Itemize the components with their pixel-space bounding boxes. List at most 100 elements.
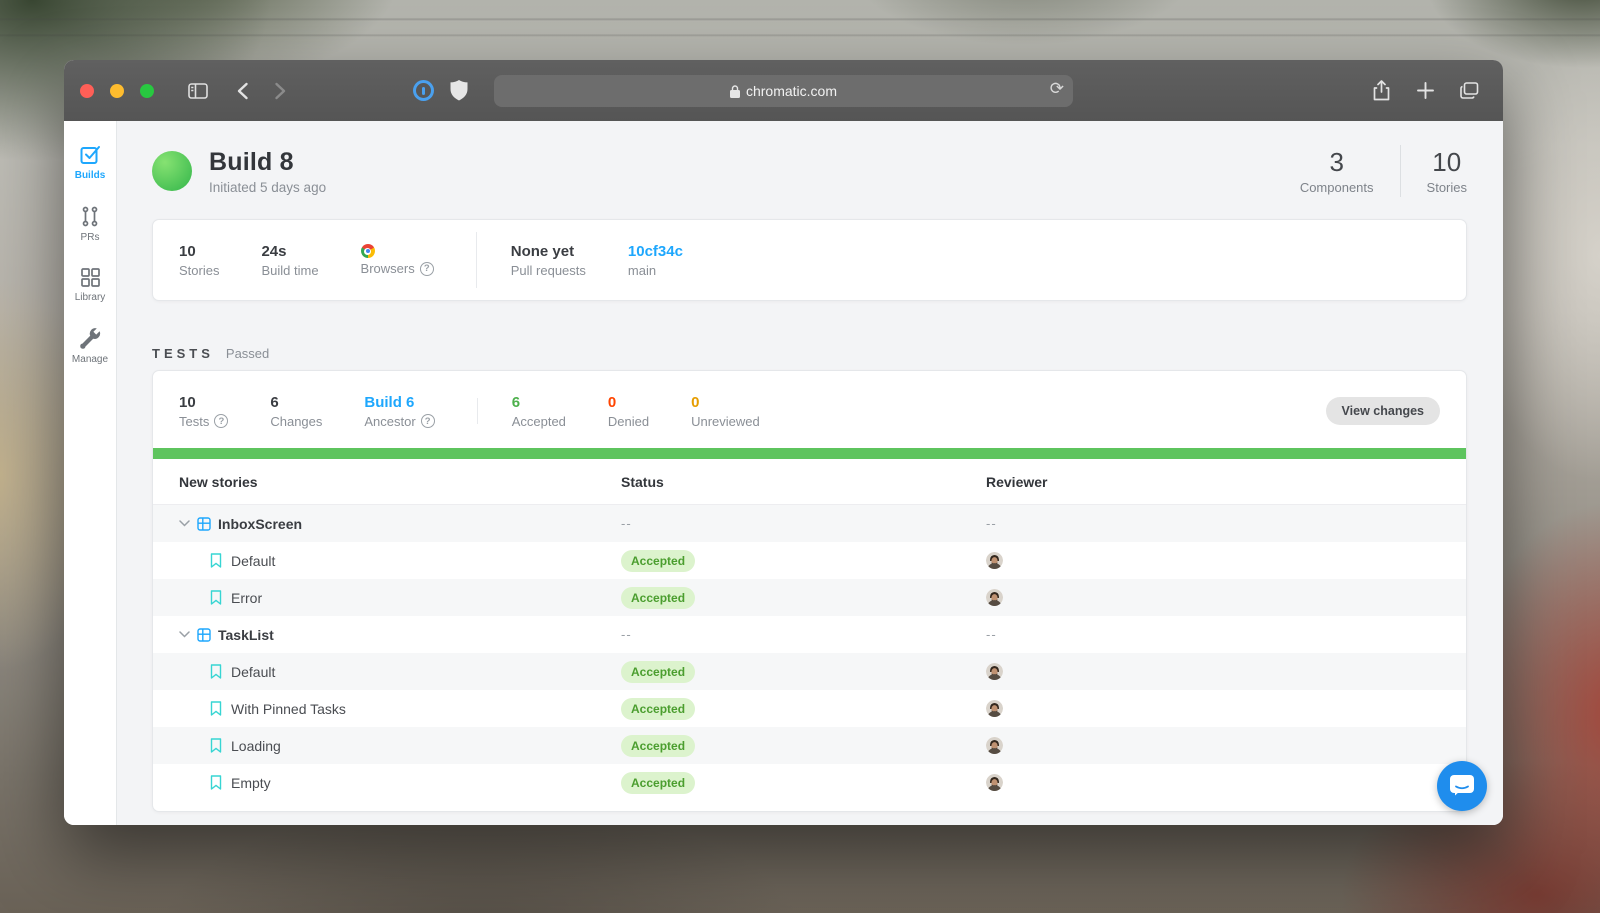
bookmark-icon [210,553,222,568]
column-reviewer: Reviewer [986,474,1466,490]
build-time-value: 24s [261,243,318,260]
build-progress-bar [153,448,1466,459]
status-badge: Accepted [621,772,695,794]
story-name: With Pinned Tasks [231,701,346,717]
sidebar-item-label: Builds [75,170,106,181]
sidebar-item-manage[interactable]: Manage [64,328,116,365]
sidebar-item-label: Library [75,292,106,303]
bookmark-icon [210,738,222,753]
close-window-button[interactable] [80,84,94,98]
status-badge: Accepted [621,587,695,609]
sidebar-item-label: PRs [81,232,100,243]
accepted-value: 6 [512,394,566,411]
pull-requests-label: Pull requests [511,263,586,278]
browser-toolbar: chromatic.com ⟳ [64,60,1503,121]
build-time-stat: 24s Build time [261,243,318,278]
tests-count-value: 10 [179,394,228,411]
reload-icon[interactable]: ⟳ [1050,79,1064,99]
column-new-stories: New stories [179,474,621,490]
denied-stat: 0 Denied [608,394,649,429]
pull-requests-value: None yet [511,243,586,260]
commit-link[interactable]: 10cf34c [628,243,683,260]
reviewer-avatar[interactable] [986,737,1003,754]
privacy-shield-icon[interactable] [450,80,468,101]
tab-overview-icon[interactable] [1453,75,1485,107]
tests-count-stat: 10 Tests? [179,394,228,429]
sidebar-toggle-icon[interactable] [182,75,214,107]
component-name: TaskList [218,627,274,643]
table-row-story[interactable]: Empty Accepted [153,764,1466,801]
share-icon[interactable] [1365,75,1397,107]
column-status: Status [621,474,986,490]
browsers-label: Browsers [361,261,415,276]
bookmark-icon [210,590,222,605]
table-row-story[interactable]: With Pinned Tasks Accepted [153,690,1466,727]
tests-card: 10 Tests? 6 Changes Build 6 Ancestor? 6 [152,370,1467,812]
table-row-story[interactable]: Loading Accepted [153,727,1466,764]
chrome-browser-icon [361,244,375,258]
back-button[interactable] [226,75,258,107]
sidebar-item-library[interactable]: Library [64,268,116,303]
bookmark-icon [210,701,222,716]
table-row-component[interactable]: InboxScreen -- -- [153,505,1466,542]
table-row-story[interactable]: Default Accepted [153,653,1466,690]
reviewer-avatar[interactable] [986,552,1003,569]
ancestor-stat: Build 6 Ancestor? [364,394,434,429]
chevron-down-icon[interactable] [179,520,190,527]
zoom-window-button[interactable] [140,84,154,98]
ancestor-help-icon[interactable]: ? [421,414,435,428]
stories-counter: 10 Stories [1401,147,1467,195]
reviewer-avatar[interactable] [986,700,1003,717]
story-name: Default [231,553,275,569]
build-status-dot [152,151,192,191]
minimize-window-button[interactable] [110,84,124,98]
component-icon [197,628,211,642]
component-name: InboxScreen [218,516,302,532]
story-name: Error [231,590,262,606]
reviewer-avatar[interactable] [986,663,1003,680]
changes-stat: 6 Changes [270,394,322,429]
components-count: 3 [1300,147,1374,178]
stories-stat-label: Stories [179,263,219,278]
tests-section-status: Passed [226,346,269,361]
stories-table: InboxScreen -- -- Default Accepted [153,505,1466,801]
chevron-down-icon[interactable] [179,631,190,638]
chat-launcher-button[interactable] [1437,761,1487,811]
reviewer-avatar[interactable] [986,774,1003,791]
table-row-component[interactable]: TaskList -- -- [153,616,1466,653]
forward-button[interactable] [264,75,296,107]
browsers-help-icon[interactable]: ? [420,262,434,276]
sidebar-item-prs[interactable]: PRs [64,206,116,243]
denied-value: 0 [608,394,649,411]
table-header: New stories Status Reviewer [153,459,1466,505]
changes-value: 6 [270,394,322,411]
build-summary-card: 10 Stories 24s Build time Browsers? [152,219,1467,301]
stories-count: 10 [1427,147,1467,178]
tests-stats-row: 10 Tests? 6 Changes Build 6 Ancestor? 6 [153,371,1466,448]
1password-extension-icon[interactable] [413,80,434,101]
tests-help-icon[interactable]: ? [214,414,228,428]
new-tab-icon[interactable] [1409,75,1441,107]
build-subtitle: Initiated 5 days ago [209,180,326,195]
pull-request-icon [81,206,99,227]
stories-label: Stories [1427,180,1467,195]
table-row-story[interactable]: Default Accepted [153,542,1466,579]
browsers-stat: Browsers? [361,244,434,276]
url-text: chromatic.com [746,83,837,99]
reviewer-placeholder: -- [986,516,997,531]
sidebar-item-builds[interactable]: Builds [64,145,116,181]
sidebar-item-label: Manage [72,354,108,365]
build-header: Build 8 Initiated 5 days ago 3 Component… [152,145,1467,197]
accepted-stat: 6 Accepted [512,394,566,429]
bookmark-icon [210,664,222,679]
status-placeholder: -- [621,516,632,531]
tests-count-label: Tests [179,414,209,429]
ancestor-link[interactable]: Build 6 [364,394,434,411]
ancestor-label: Ancestor [364,414,415,429]
view-changes-button[interactable]: View changes [1326,397,1440,425]
reviewer-avatar[interactable] [986,589,1003,606]
story-name: Default [231,664,275,680]
table-row-story[interactable]: Error Accepted [153,579,1466,616]
address-bar[interactable]: chromatic.com ⟳ [494,75,1073,107]
builds-check-icon [80,145,101,165]
